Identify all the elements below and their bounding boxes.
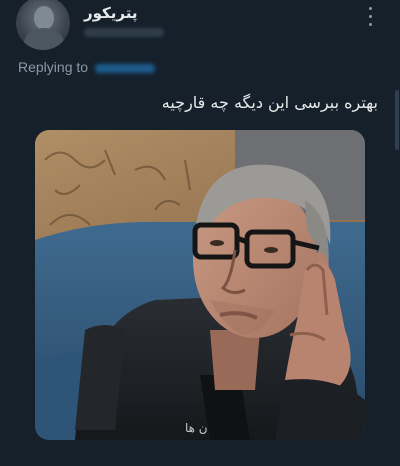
more-vertical-icon[interactable] xyxy=(362,4,378,28)
right-eye xyxy=(264,247,278,253)
shirt-print-text: ن ها xyxy=(185,421,208,435)
more-dot xyxy=(368,6,372,10)
more-dot xyxy=(368,22,372,26)
scrollbar[interactable] xyxy=(394,0,400,466)
tweet-reply-view: پتریکور Replying to بهتره ببرسی این دیگه… xyxy=(0,0,400,466)
avatar[interactable] xyxy=(16,0,70,50)
replying-to-label: Replying to xyxy=(18,59,89,75)
neck xyxy=(210,330,260,390)
tweet-media-image[interactable]: ن ها xyxy=(35,130,365,440)
tweet-text: بهتره ببرسی این دیگه چه قارچیه xyxy=(161,93,378,112)
blurred-reply-handle[interactable] xyxy=(95,64,155,73)
scrollbar-thumb[interactable] xyxy=(395,90,399,150)
left-eye xyxy=(210,240,224,246)
more-dot xyxy=(368,14,372,18)
avatar-head-shape xyxy=(34,6,54,30)
display-name[interactable]: پتریکور xyxy=(84,4,137,22)
media-illustration: ن ها xyxy=(35,130,365,440)
blurred-handle xyxy=(84,28,164,37)
avatar-body-shape xyxy=(24,28,64,50)
